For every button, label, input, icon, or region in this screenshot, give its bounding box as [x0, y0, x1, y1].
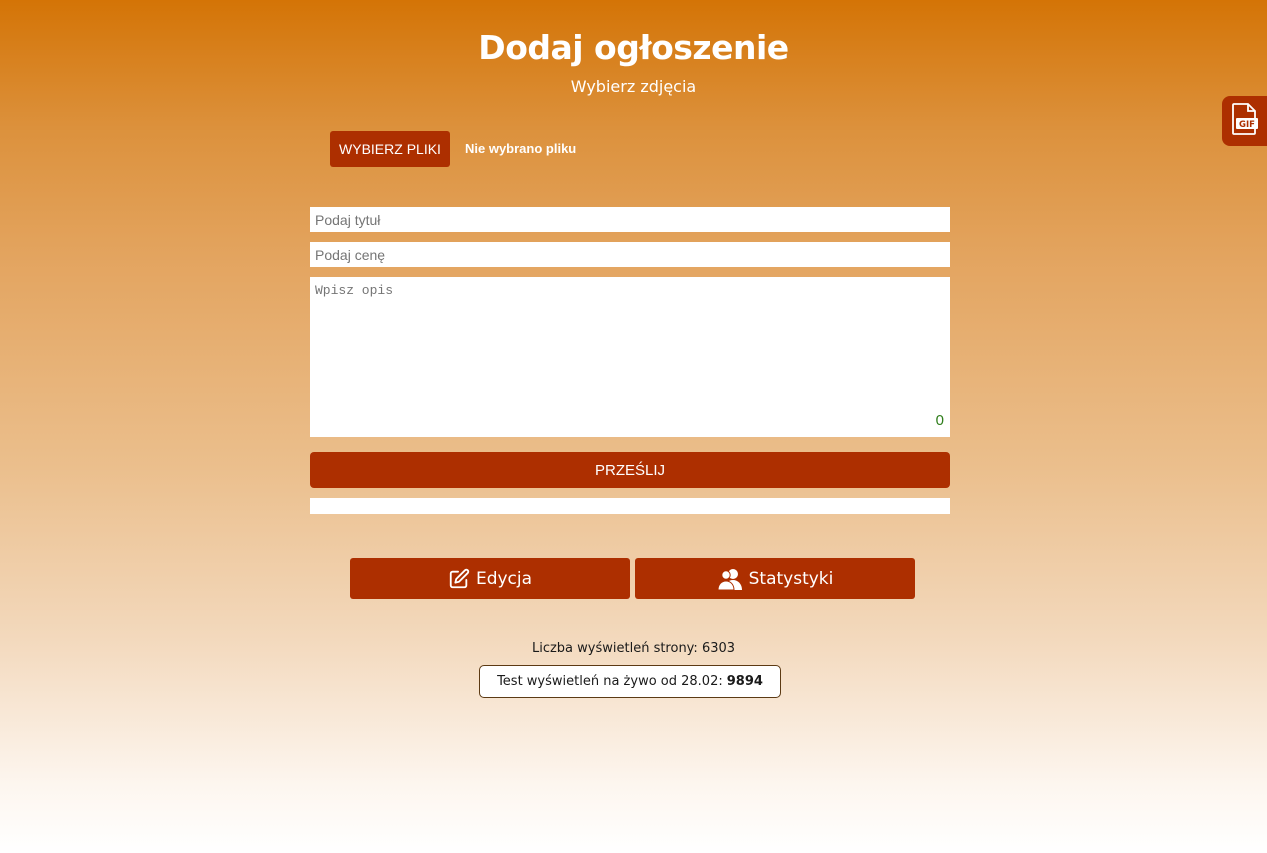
live-views-label: Test wyświetleń na żywo od 28.02:: [497, 674, 723, 689]
price-input[interactable]: [310, 242, 950, 267]
gif-side-tab[interactable]: GIF: [1222, 96, 1267, 146]
page-subtitle: Wybierz zdjęcia: [570, 77, 697, 96]
statistics-button-label: Statystyki: [748, 568, 834, 589]
file-status-text: Nie wybrano pliku: [465, 141, 577, 156]
submit-button[interactable]: PRZEŚLIJ: [310, 452, 950, 488]
page-title: Dodaj ogłoszenie: [478, 28, 789, 67]
live-views-box: Test wyświetleń na żywo od 28.02: 9894: [479, 665, 781, 698]
statistics-button[interactable]: Statystyki: [635, 558, 915, 599]
users-icon: [717, 568, 743, 590]
edit-button-label: Edycja: [475, 568, 533, 589]
choose-files-button[interactable]: WYBIERZ PLIKI: [330, 131, 450, 167]
live-views-count: 9894: [726, 674, 763, 689]
character-counter: 0: [935, 412, 944, 429]
upload-progress-bar: [310, 498, 950, 514]
page-views-text: Liczba wyświetleń strony: 6303: [531, 641, 736, 656]
edit-button[interactable]: Edycja: [350, 558, 630, 599]
description-textarea[interactable]: [310, 277, 950, 437]
title-input[interactable]: [310, 207, 950, 232]
edit-icon: [448, 568, 470, 590]
gif-file-icon: GIF: [1230, 103, 1260, 139]
svg-text:GIF: GIF: [1239, 120, 1255, 130]
